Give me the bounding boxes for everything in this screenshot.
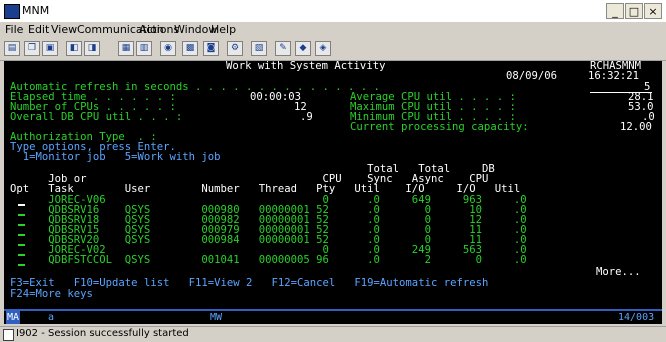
status-message: I902 - Session successfully started	[16, 328, 189, 339]
minimize-button[interactable]: _	[606, 3, 624, 19]
oia-mw: MW	[210, 312, 223, 323]
option-input[interactable]	[18, 244, 25, 246]
option-input[interactable]	[18, 264, 25, 266]
menu-help[interactable]: Help	[211, 23, 236, 36]
settings-icon[interactable]: ⚙	[227, 41, 243, 56]
paste-icon[interactable]: ▣	[42, 41, 58, 56]
option-input[interactable]	[18, 254, 25, 256]
screen-date: 08/09/06	[506, 70, 558, 82]
display-icon[interactable]: ▦	[118, 41, 134, 56]
more-indicator: More...	[596, 266, 641, 278]
menu-view[interactable]: View	[51, 23, 77, 36]
options-legend: 1=Monitor job 5=Work with job	[10, 151, 221, 163]
db-util-label: Overall DB CPU util . . . :	[10, 111, 183, 123]
option-input[interactable]	[18, 214, 25, 216]
menu-bar: File Edit View Communication Actions Win…	[0, 22, 666, 38]
receive-icon[interactable]: ◨	[84, 41, 100, 56]
option-input-cursor[interactable]	[18, 204, 25, 206]
copy-icon[interactable]: ❐	[24, 41, 40, 56]
print-icon[interactable]: ▤	[4, 41, 20, 56]
oia-mode: a	[48, 312, 55, 323]
option-input[interactable]	[18, 224, 25, 226]
db-util-value: .9	[300, 111, 313, 123]
operator-info-area: MA a MW 14/003	[4, 311, 662, 324]
function-keys-2[interactable]: F24=More keys	[10, 289, 93, 300]
option-input[interactable]	[18, 234, 25, 236]
monitor-icon[interactable]: ▥	[136, 41, 152, 56]
keypad-icon[interactable]: ▩	[182, 41, 198, 56]
maximize-button[interactable]: □	[625, 3, 643, 19]
toolbar: ▤ ❐ ▣ ◧ ◨ ▦ ▥ ◉ ▩ ◙ ⚙ ▧ ✎ ◆ ◈	[0, 38, 666, 61]
window-title: MNM	[22, 4, 50, 17]
menu-edit[interactable]: Edit	[28, 23, 49, 36]
macro-icon[interactable]: ◉	[160, 41, 176, 56]
tools-icon[interactable]: ◆	[295, 41, 311, 56]
help-icon[interactable]: ✎	[275, 41, 291, 56]
oia-status: MA	[6, 311, 21, 324]
menu-file[interactable]: File	[5, 23, 23, 36]
close-button[interactable]: ×	[644, 3, 662, 19]
screen-title: Work with System Activity	[226, 61, 386, 72]
stop-icon[interactable]: ◙	[203, 41, 219, 56]
terminal-screen[interactable]: Work with System Activity RCHASMNM 08/09…	[4, 61, 662, 309]
capacity-label: Current processing capacity:	[350, 121, 529, 133]
terminal-app-icon	[4, 4, 20, 19]
cursor-position: 14/003	[618, 312, 655, 323]
send-icon[interactable]: ◧	[66, 41, 82, 56]
title-bar: MNM _ □ ×	[0, 0, 666, 23]
session-status-icon	[3, 329, 14, 341]
record-icon[interactable]: ▧	[251, 41, 267, 56]
table-row[interactable]: QDBFSTCCOL QSYS 001041 00000005 96 .0 2 …	[10, 255, 526, 266]
play-icon[interactable]: ◈	[315, 41, 331, 56]
capacity-value: 12.00	[620, 121, 652, 133]
screen-time: 16:32:21	[588, 70, 640, 82]
status-bar: I902 - Session successfully started	[0, 326, 666, 342]
